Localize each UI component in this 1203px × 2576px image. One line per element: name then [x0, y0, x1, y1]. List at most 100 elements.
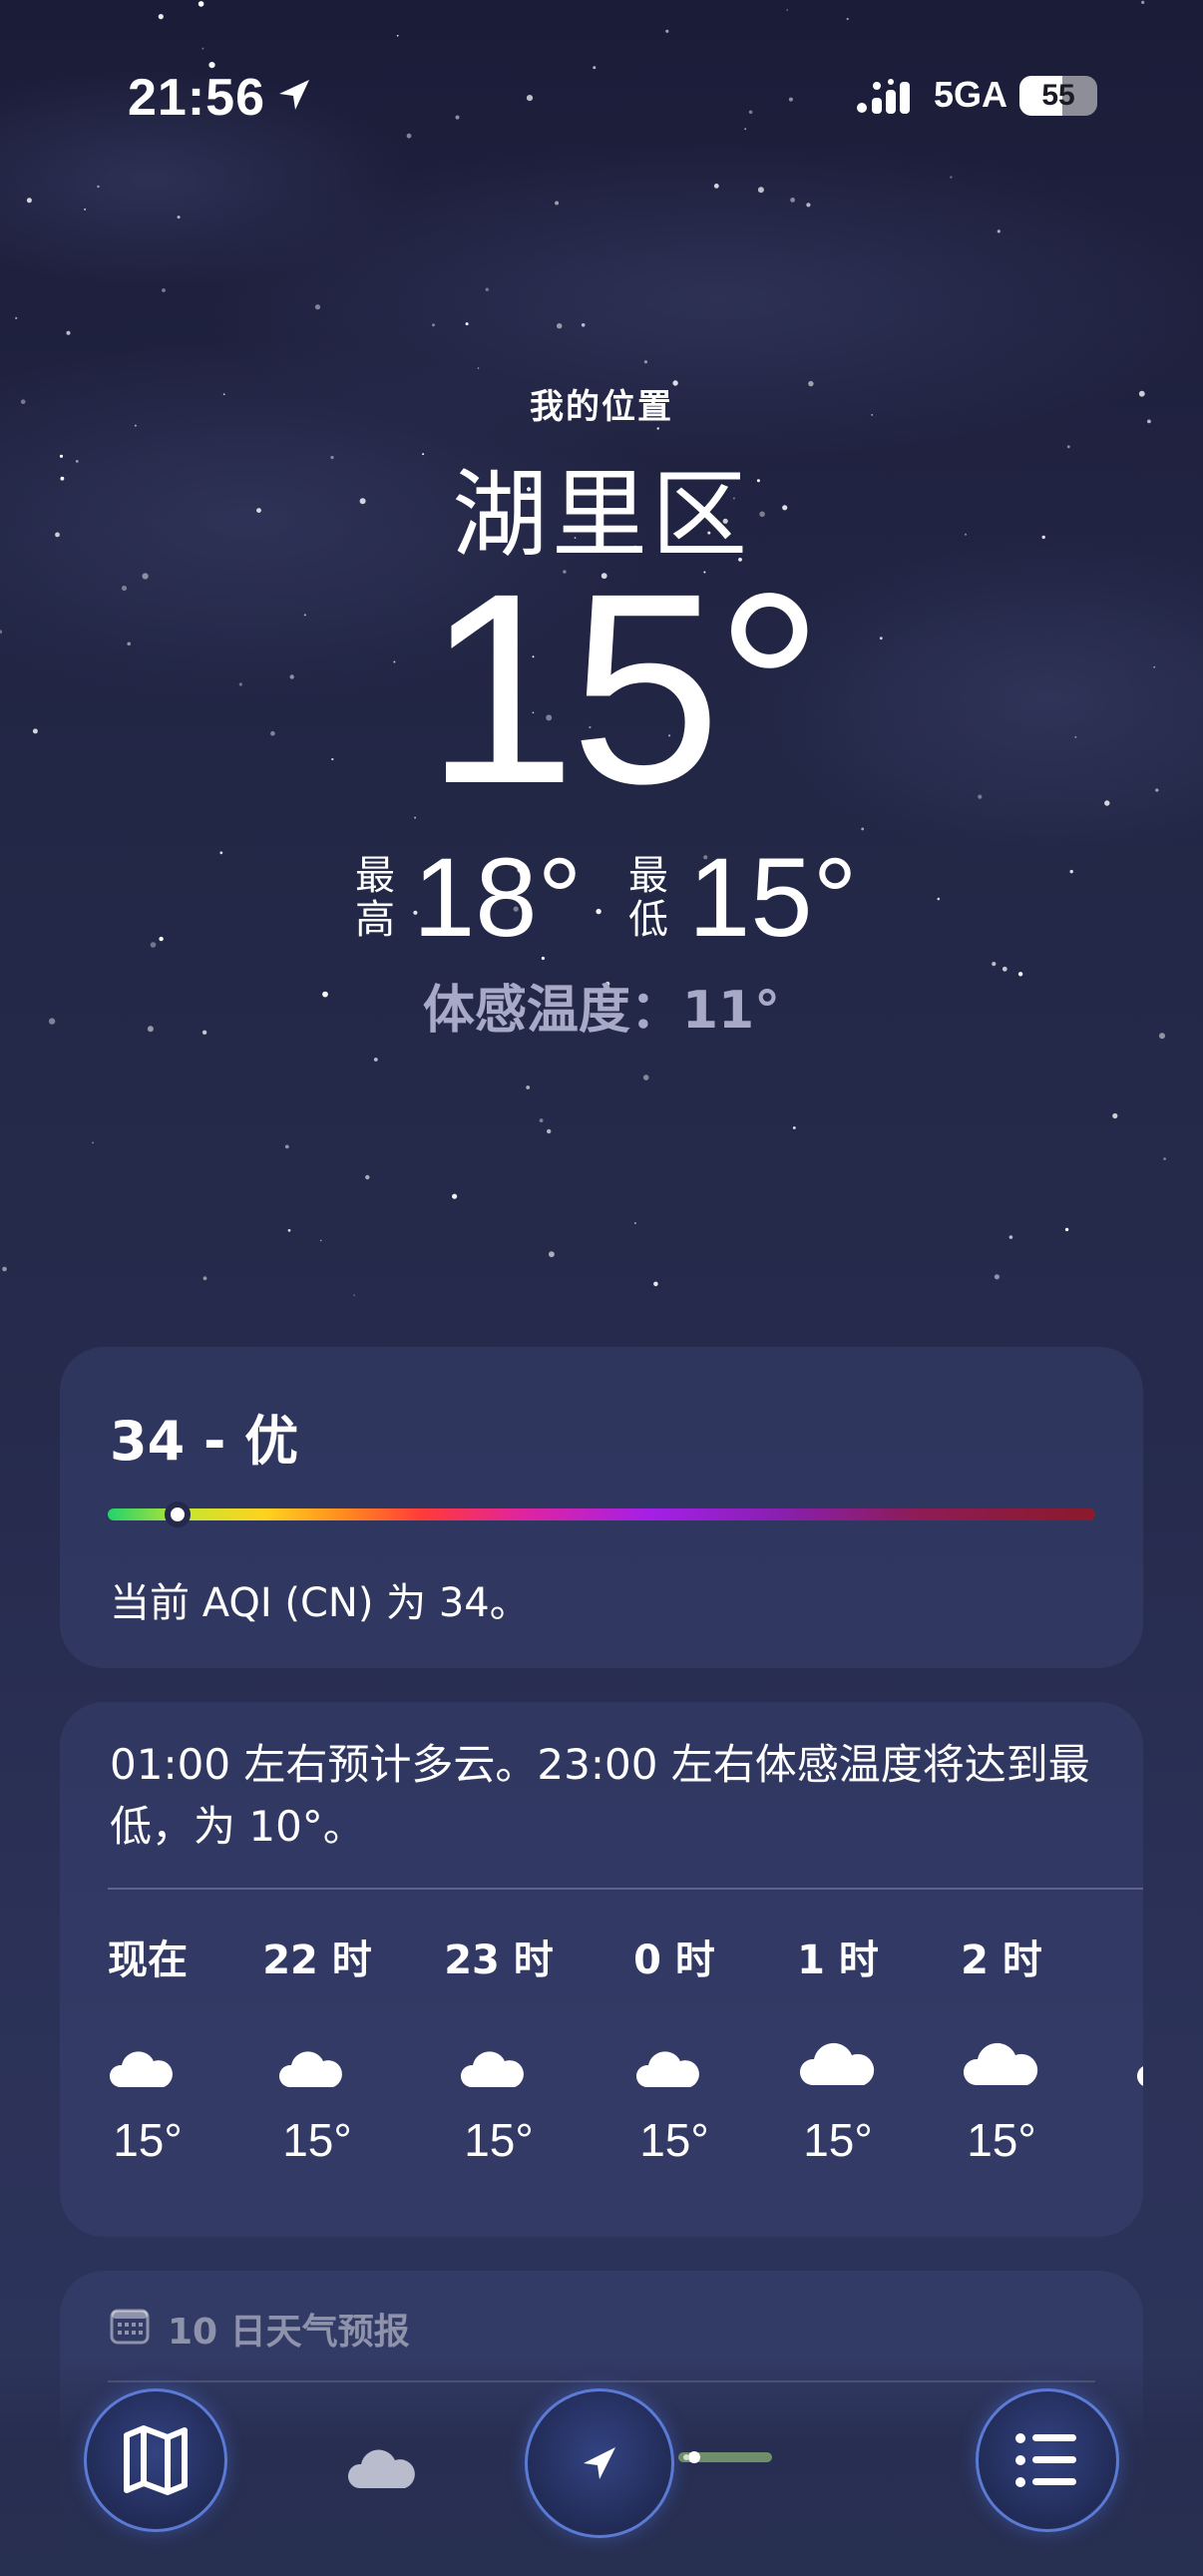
- star: [26, 198, 32, 204]
- hour-label: 0 时: [633, 1937, 715, 1983]
- star: [539, 1118, 544, 1122]
- star: [485, 287, 489, 291]
- star: [653, 1281, 658, 1287]
- star: [581, 323, 586, 327]
- map-button[interactable]: [84, 2388, 227, 2532]
- partly-cloudy-night-icon: [278, 2037, 351, 2087]
- divider: [108, 1888, 1143, 1890]
- star: [1008, 1235, 1013, 1239]
- partly-cloudy-night-icon: [460, 2037, 533, 2087]
- hourly-forecast-card[interactable]: 01:00 左右预计多云。23:00 左右体感温度将达到最低，为 10°。 现在…: [60, 1702, 1143, 2237]
- low-temperature: 15°: [688, 835, 858, 960]
- star: [806, 203, 811, 208]
- hourly-item: 1 时 15°: [773, 1928, 903, 2217]
- star: [477, 367, 480, 369]
- status-time: 21:56: [128, 69, 265, 127]
- star: [353, 1294, 355, 1296]
- hour-temperature: 15°: [803, 2114, 873, 2166]
- star: [373, 1058, 378, 1062]
- hourly-item: 2 时 15°: [937, 1928, 1066, 2217]
- star: [432, 323, 435, 327]
- star: [950, 176, 953, 179]
- city-list-button[interactable]: [976, 2388, 1119, 2532]
- star: [319, 1239, 322, 1242]
- hour-label: 1 时: [797, 1937, 879, 1983]
- list-icon: [1015, 2433, 1076, 2487]
- star: [526, 1085, 531, 1089]
- star: [198, 1, 204, 7]
- star: [314, 304, 321, 310]
- hour-temperature: 15°: [113, 2114, 183, 2166]
- signal-strength-icon: [857, 79, 910, 114]
- star: [992, 962, 997, 967]
- hourly-item: 0 时 15°: [609, 1928, 739, 2217]
- aqi-description: 当前 AQI (CN) 为 34。: [110, 1580, 530, 1626]
- network-type: 5GA: [934, 74, 1008, 115]
- partly-cloudy-night-icon: [1136, 2066, 1143, 2086]
- high-low-temperature: 最高 18° 最低 15°: [0, 838, 1203, 958]
- high-label-text: 最高: [355, 853, 395, 943]
- my-location-label: 我的位置: [530, 387, 673, 427]
- star: [396, 34, 399, 37]
- star: [177, 215, 181, 219]
- hour-label: 3: [1110, 1928, 1143, 1973]
- battery-indicator: 55: [1019, 76, 1097, 116]
- star: [66, 330, 71, 335]
- hour-temperature: 1: [1110, 2113, 1143, 2167]
- star: [202, 1276, 207, 1281]
- high-label: 最高: [353, 854, 397, 942]
- star: [846, 17, 849, 21]
- star: [790, 198, 795, 203]
- page-indicator[interactable]: [678, 2448, 772, 2466]
- hourly-summary: 01:00 左右预计多云。23:00 左右体感温度将达到最低，为 10°。: [110, 1740, 1090, 1851]
- air-quality-card[interactable]: 34 - 优 当前 AQI (CN) 为 34。: [60, 1347, 1143, 1668]
- star: [643, 360, 648, 364]
- star: [84, 208, 87, 211]
- hourly-item: 23 时 15°: [434, 1928, 564, 2217]
- partly-cloudy-night-icon[interactable]: [345, 2432, 425, 2494]
- star: [1112, 1112, 1118, 1119]
- star: [557, 323, 563, 329]
- star: [2, 1266, 7, 1272]
- location-arrow-icon: [279, 80, 309, 110]
- feels-like-temperature: 体感温度：11°: [422, 981, 781, 1041]
- star: [1141, 0, 1145, 4]
- star: [786, 9, 788, 11]
- location-arrow-icon: [584, 2447, 615, 2479]
- star: [997, 229, 1001, 233]
- star: [15, 316, 18, 319]
- calendar-icon: [110, 2309, 150, 2345]
- star: [547, 1128, 552, 1134]
- star: [555, 201, 560, 206]
- aqi-marker: [165, 1502, 192, 1527]
- cloud-icon: [799, 2042, 875, 2085]
- hour-temperature: 15°: [967, 2114, 1036, 2166]
- star: [665, 29, 669, 33]
- star: [633, 1222, 636, 1224]
- star: [642, 1074, 649, 1080]
- star: [1163, 1157, 1166, 1160]
- current-location-button[interactable]: [525, 2388, 674, 2538]
- star: [792, 1126, 796, 1129]
- aqi-title: 34 - 优: [110, 1410, 299, 1473]
- aqi-scale-bar: [108, 1508, 1095, 1520]
- star: [92, 1141, 95, 1144]
- partly-cloudy-night-icon: [635, 2037, 708, 2087]
- hourly-item: 现在 15°: [83, 1928, 212, 2217]
- cloud-icon: [963, 2042, 1038, 2085]
- low-label: 最低: [626, 854, 670, 942]
- star: [549, 1251, 555, 1258]
- partly-cloudy-night-icon: [109, 2037, 182, 2087]
- star: [365, 1174, 370, 1180]
- hourly-item: 31: [1110, 1928, 1143, 2217]
- hour-temperature: 15°: [464, 2114, 534, 2166]
- star: [287, 1228, 291, 1232]
- star: [465, 322, 469, 326]
- star: [97, 185, 100, 189]
- star: [713, 184, 719, 189]
- hour-label: 现在: [108, 1937, 188, 1983]
- star: [284, 1144, 289, 1149]
- low-label-text: 最低: [628, 853, 668, 943]
- star: [994, 1274, 1001, 1280]
- hour-label: 22 时: [262, 1937, 372, 1983]
